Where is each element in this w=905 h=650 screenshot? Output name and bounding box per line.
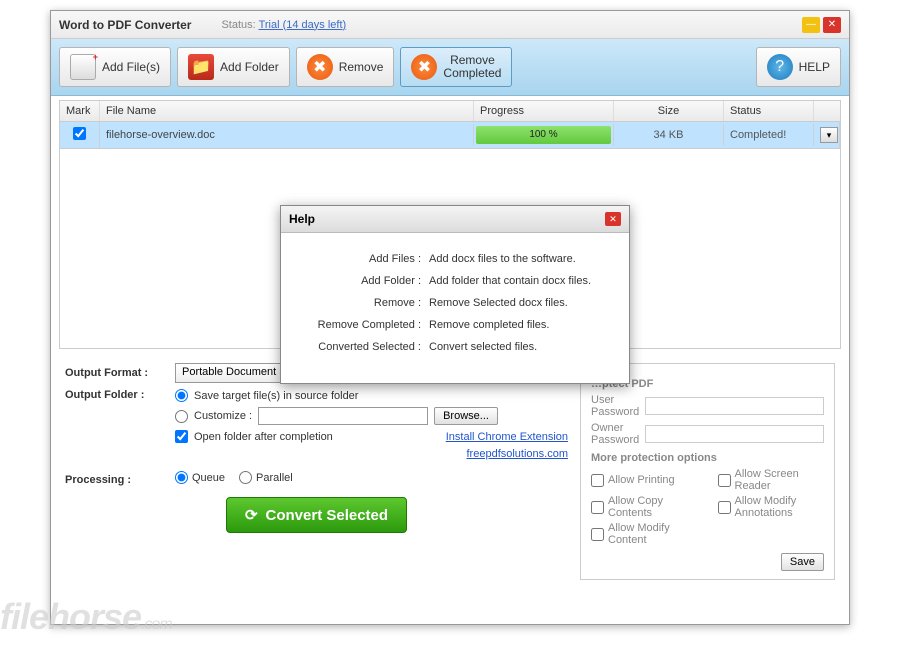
row-filename: filehorse-overview.doc	[100, 124, 474, 146]
toolbar: Add File(s) 📁 Add Folder ✖ Remove ✖ Remo…	[51, 39, 849, 96]
allow-screen-reader-checkbox[interactable]	[718, 474, 731, 487]
row-checkbox[interactable]	[73, 127, 86, 140]
save-source-label: Save target file(s) in source folder	[194, 390, 358, 402]
row-size: 34 KB	[614, 124, 724, 146]
help-dialog: Help ✕ Add Files :Add docx files to the …	[280, 205, 630, 384]
status-area: Status: Trial (14 days left)	[221, 19, 346, 31]
titlebar: Word to PDF Converter Status: Trial (14 …	[51, 11, 849, 39]
help-dialog-title: Help	[289, 212, 315, 226]
refresh-icon: ⟳	[245, 506, 258, 524]
row-progress: 100 %	[476, 126, 611, 144]
install-extension-link[interactable]: Install Chrome Extension	[446, 431, 568, 443]
close-button[interactable]: ✕	[823, 17, 841, 33]
save-protection-button[interactable]: Save	[781, 553, 824, 571]
trial-status-link[interactable]: Trial (14 days left)	[259, 19, 347, 31]
allow-modify-label: Allow Modify Content	[608, 522, 698, 546]
folder-icon: 📁	[188, 54, 214, 80]
queue-radio[interactable]	[175, 471, 188, 484]
queue-label: Queue	[192, 472, 225, 484]
col-status[interactable]: Status	[724, 101, 814, 121]
output-folder-label: Output Folder :	[65, 389, 175, 401]
allow-printing-label: Allow Printing	[608, 474, 675, 486]
add-files-button[interactable]: Add File(s)	[59, 47, 171, 87]
processing-label: Processing :	[65, 474, 175, 486]
remove-button[interactable]: ✖ Remove	[296, 47, 395, 87]
convert-selected-button[interactable]: ⟳ Convert Selected	[226, 497, 407, 533]
remove-completed-label: Remove Completed	[443, 54, 501, 80]
open-after-label: Open folder after completion	[194, 431, 333, 443]
remove-completed-icon: ✖	[411, 54, 437, 80]
open-after-checkbox[interactable]	[175, 430, 188, 443]
save-source-radio[interactable]	[175, 389, 188, 402]
allow-copy-label: Allow Copy Contents	[608, 495, 698, 519]
user-password-input[interactable]	[645, 397, 824, 415]
owner-password-label: Owner Password	[591, 422, 639, 446]
remove-icon: ✖	[307, 54, 333, 80]
allow-annotations-label: Allow Modify Annotations	[735, 495, 825, 519]
row-status: Completed!	[724, 124, 814, 146]
add-files-label: Add File(s)	[102, 60, 160, 74]
customize-label: Customize :	[194, 410, 252, 422]
user-password-label: User Password	[591, 394, 639, 418]
help-button[interactable]: ? HELP	[756, 47, 841, 87]
allow-screen-reader-label: Allow Screen Reader	[735, 468, 825, 492]
bottom-panel: Output Format : Portable Document Output…	[51, 353, 849, 590]
customize-path-input[interactable]	[258, 407, 428, 425]
allow-copy-checkbox[interactable]	[591, 501, 604, 514]
col-progress[interactable]: Progress	[474, 101, 614, 121]
parallel-label: Parallel	[256, 472, 293, 484]
output-format-select[interactable]: Portable Document	[175, 363, 297, 383]
table-row[interactable]: filehorse-overview.doc 100 % 34 KB Compl…	[59, 122, 841, 149]
output-format-label: Output Format :	[65, 367, 175, 379]
allow-modify-checkbox[interactable]	[591, 528, 604, 541]
add-folder-button[interactable]: 📁 Add Folder	[177, 47, 290, 87]
more-protection-title: More protection options	[591, 452, 824, 464]
app-title: Word to PDF Converter	[59, 18, 191, 32]
protect-pdf-panel: …ptect PDF User Password Owner Password …	[580, 363, 835, 580]
site-link[interactable]: freepdfsolutions.com	[467, 448, 569, 460]
browse-button[interactable]: Browse...	[434, 407, 498, 425]
table-header: Mark File Name Progress Size Status	[59, 100, 841, 122]
help-dialog-header[interactable]: Help ✕	[281, 206, 629, 233]
row-action-button[interactable]: ▾	[820, 127, 838, 143]
options-panel: Output Format : Portable Document Output…	[65, 363, 568, 580]
help-label: HELP	[799, 60, 830, 74]
remove-label: Remove	[339, 60, 384, 74]
col-filename[interactable]: File Name	[100, 101, 474, 121]
status-label: Status:	[221, 19, 255, 31]
owner-password-input[interactable]	[645, 425, 824, 443]
minimize-button[interactable]: —	[802, 17, 820, 33]
remove-completed-button[interactable]: ✖ Remove Completed	[400, 47, 512, 87]
convert-label: Convert Selected	[266, 507, 389, 524]
help-dialog-body: Add Files :Add docx files to the softwar…	[281, 233, 629, 383]
add-folder-label: Add Folder	[220, 60, 279, 74]
file-icon	[70, 54, 96, 80]
help-dialog-close-button[interactable]: ✕	[605, 212, 621, 226]
col-size[interactable]: Size	[614, 101, 724, 121]
allow-annotations-checkbox[interactable]	[718, 501, 731, 514]
col-action	[814, 101, 840, 121]
customize-radio[interactable]	[175, 410, 188, 423]
col-mark[interactable]: Mark	[60, 101, 100, 121]
help-icon: ?	[767, 54, 793, 80]
parallel-radio[interactable]	[239, 471, 252, 484]
allow-printing-checkbox[interactable]	[591, 474, 604, 487]
